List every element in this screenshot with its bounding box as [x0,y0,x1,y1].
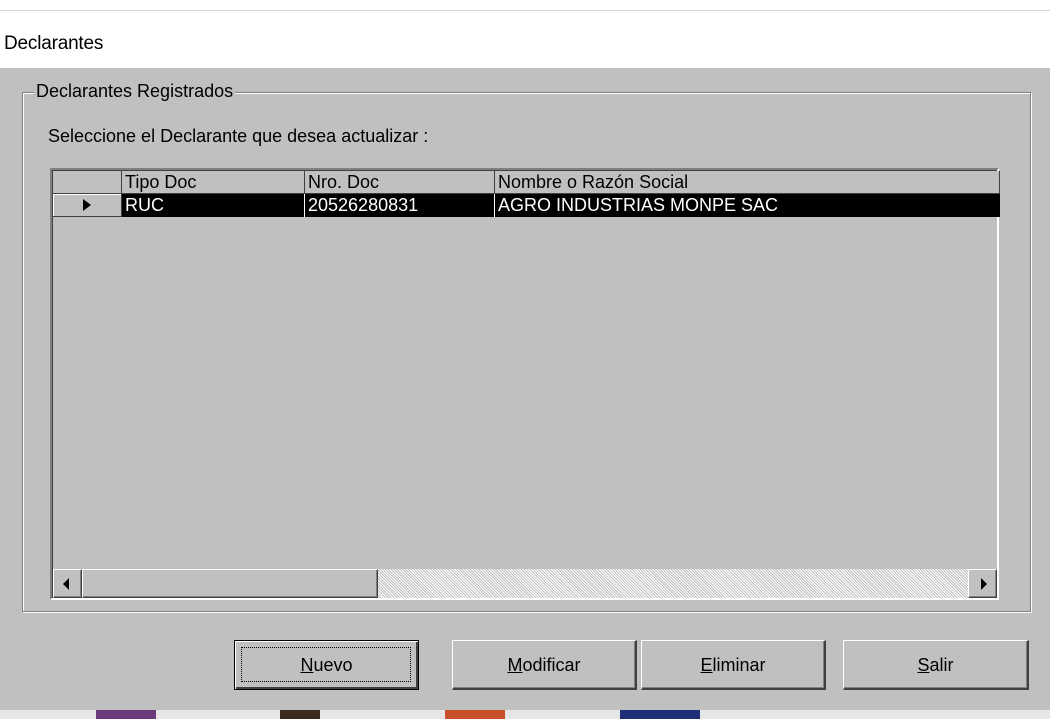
table-row[interactable]: RUC 20526280831 AGRO INDUSTRIAS MONPE SA… [53,194,1000,217]
salir-button[interactable]: Salir [843,640,1029,690]
nuevo-button[interactable]: Nuevo [234,640,419,690]
focus-rectangle [241,647,411,682]
eliminar-mnemonic: E [700,655,713,675]
scroll-left-button[interactable] [53,569,82,598]
background-graphic [445,710,505,719]
arrow-right-icon [981,578,987,590]
row-indicator[interactable] [53,194,122,217]
window-title: Declarantes [4,33,104,54]
declarantes-window: Declarantes Registrados Seleccione el De… [0,68,1050,710]
background-graphic [96,710,156,719]
arrow-left-icon [63,578,69,590]
modificar-label: odificar [522,655,581,675]
background-graphic [620,710,700,719]
top-edge [0,0,1050,11]
salir-label: alir [929,655,954,675]
group-legend: Declarantes Registrados [34,81,236,102]
title-bar: Declarantes [0,11,1050,68]
salir-mnemonic: S [917,655,930,675]
cell-nro-doc[interactable]: 20526280831 [305,194,495,217]
modificar-button[interactable]: Modificar [452,640,637,690]
scroll-right-button[interactable] [968,569,997,598]
grid-empty-area [53,217,997,568]
selection-prompt: Seleccione el Declarante que desea actua… [48,126,429,146]
grid-header-corner [53,171,122,194]
column-header-nro-doc[interactable]: Nro. Doc [305,171,495,194]
background-strip [0,710,1050,719]
cell-nombre[interactable]: AGRO INDUSTRIAS MONPE SAC [495,194,1000,217]
horizontal-scrollbar[interactable] [53,569,997,598]
declarantes-grid[interactable]: Tipo Doc Nro. Doc Nombre o Razón Social … [50,168,1000,600]
column-header-nombre[interactable]: Nombre o Razón Social [495,171,1000,194]
background-graphic [280,710,320,719]
current-row-arrow-icon [83,199,91,211]
cell-tipo-doc[interactable]: RUC [122,194,305,217]
scrollbar-thumb[interactable] [82,569,378,598]
column-header-tipo-doc[interactable]: Tipo Doc [122,171,305,194]
modificar-mnemonic: M [507,655,523,675]
eliminar-button[interactable]: Eliminar [641,640,826,690]
eliminar-label: liminar [712,655,766,675]
